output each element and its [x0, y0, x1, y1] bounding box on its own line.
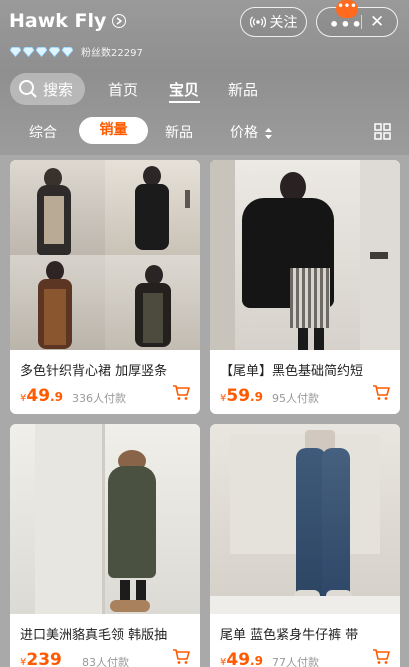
tab-items[interactable]: 宝贝 [169, 79, 199, 100]
filter-sales[interactable]: 销量 [79, 117, 148, 144]
sort-icon [265, 127, 273, 139]
search-button[interactable]: 搜索 [10, 73, 85, 105]
shop-title[interactable]: Hawk Fly [9, 10, 127, 32]
filter-overall[interactable]: 综合 [29, 122, 57, 142]
cart-icon[interactable] [372, 384, 390, 401]
tab-new[interactable]: 新品 [228, 79, 258, 100]
product-sales: 83人付款 [82, 656, 129, 667]
tab-home[interactable]: 首页 [108, 79, 138, 100]
product-title[interactable]: 进口美洲貉真毛领 韩版抽 [20, 624, 167, 643]
product-card[interactable]: 多色针织背心裙 加厚竖条 ¥49.9 336人付款 [10, 160, 200, 414]
product-sales: 95人付款 [272, 392, 319, 405]
product-price: ¥49.9 [20, 386, 63, 406]
active-tab-indicator [169, 101, 200, 103]
follow-button[interactable]: 关注 [240, 7, 307, 37]
product-price: ¥59.9 [220, 386, 263, 406]
close-button[interactable]: ✕ [370, 12, 384, 32]
notification-badge[interactable]: ••• [336, 0, 358, 18]
cart-icon[interactable] [172, 384, 190, 401]
product-sales: 336人付款 [72, 392, 126, 405]
search-label: 搜索 [43, 80, 74, 99]
product-price: ¥49.9 [220, 650, 263, 667]
diamond-icon [10, 46, 21, 57]
product-image[interactable] [10, 424, 200, 614]
product-title[interactable]: 【尾单】黑色基础简约短 [220, 360, 363, 379]
diamond-icon [49, 46, 60, 57]
diamond-icon [36, 46, 47, 57]
filter-price[interactable]: 价格 [230, 122, 273, 142]
filter-new[interactable]: 新品 [165, 122, 193, 142]
capsule-divider [361, 15, 362, 29]
product-title[interactable]: 多色针织背心裙 加厚竖条 [20, 360, 167, 379]
fans-count: 粉丝数22297 [81, 48, 143, 59]
product-card[interactable]: 【尾单】黑色基础简约短 ¥59.9 95人付款 [210, 160, 400, 414]
product-sales: 77人付款 [272, 656, 319, 667]
filter-price-label: 价格 [230, 125, 258, 141]
product-image[interactable] [210, 160, 400, 350]
product-card[interactable]: 进口美洲貉真毛领 韩版抽 ¥239 83人付款 [10, 424, 200, 667]
product-price: ¥239 [20, 650, 62, 667]
diamond-icon [23, 46, 34, 57]
shop-rank-row: 粉丝数22297 [10, 44, 143, 59]
follow-label: 关注 [269, 15, 298, 31]
cart-icon[interactable] [372, 648, 390, 665]
product-image[interactable] [210, 424, 400, 614]
product-card[interactable]: 尾单 蓝色紧身牛仔裤 带 ¥49.9 77人付款 [210, 424, 400, 667]
grid-view-icon[interactable] [374, 123, 391, 140]
diamond-icon [62, 46, 73, 57]
shop-name: Hawk Fly [9, 10, 107, 32]
search-icon [19, 80, 37, 98]
info-arrow-icon[interactable] [112, 14, 127, 28]
product-title[interactable]: 尾单 蓝色紧身牛仔裤 带 [220, 624, 358, 643]
cart-icon[interactable] [172, 648, 190, 665]
broadcast-icon [249, 16, 266, 28]
product-image[interactable] [10, 160, 200, 350]
